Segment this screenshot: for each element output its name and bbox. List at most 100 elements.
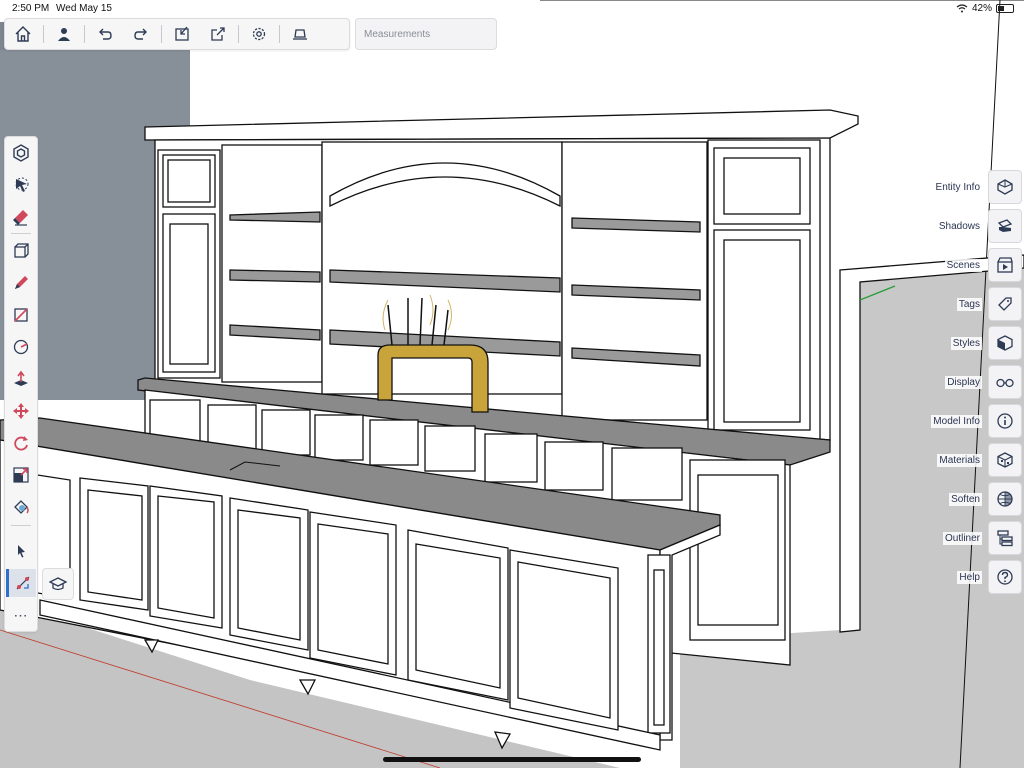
soften-button[interactable]: [988, 482, 1022, 516]
materials-tray-item[interactable]: Materials: [922, 443, 1022, 477]
paint-bucket-tool[interactable]: [6, 493, 36, 521]
pencil-tool[interactable]: [6, 269, 36, 297]
select-tool[interactable]: [6, 537, 36, 565]
shadows-label: Shadows: [936, 219, 982, 233]
outliner-button[interactable]: [988, 521, 1022, 555]
pencil-icon: [15, 276, 28, 289]
help-button[interactable]: [988, 560, 1022, 594]
laptop-icon: [293, 29, 307, 40]
shadows-icon: [997, 219, 1013, 232]
model-viewport[interactable]: [0, 0, 1024, 768]
profile-button[interactable]: [46, 19, 82, 49]
top-toolbar: [4, 18, 350, 50]
soften-icon: [997, 491, 1013, 507]
materials-icon: [997, 452, 1013, 468]
styles-icon: [997, 335, 1013, 351]
entity-info-icon: [997, 179, 1013, 195]
scale-tool[interactable]: [6, 461, 36, 489]
outliner-tray-item[interactable]: Outliner: [922, 521, 1022, 555]
eraser-icon: [13, 210, 28, 226]
display-button[interactable]: [988, 365, 1022, 399]
line-tool[interactable]: [6, 301, 36, 329]
shadows-tray-item[interactable]: Shadows: [922, 209, 1022, 243]
soften-tray-item[interactable]: Soften: [922, 482, 1022, 516]
help-tray-item[interactable]: Help: [922, 560, 1022, 594]
tags-label: Tags: [956, 297, 982, 311]
measurements-box[interactable]: [355, 18, 497, 50]
help-label: Help: [957, 570, 982, 584]
rotate-tool[interactable]: [6, 429, 36, 457]
outliner-icon: [997, 530, 1013, 547]
status-time: 2:50 PM: [12, 3, 50, 14]
select-arrow-icon: [18, 545, 25, 558]
scenes-label: Scenes: [944, 258, 982, 272]
paint-icon: [14, 500, 29, 514]
box-select-icon: [14, 243, 29, 258]
tool-assist-icon: [16, 576, 29, 590]
status-indicators: 42%: [956, 3, 1014, 14]
scenes-tray-item[interactable]: Scenes: [922, 248, 1022, 282]
styles-label: Styles: [950, 336, 982, 350]
scenes-button[interactable]: [988, 248, 1022, 282]
tags-button[interactable]: [988, 287, 1022, 321]
styles-tray-item[interactable]: Styles: [922, 326, 1022, 360]
tags-tray-item[interactable]: Tags: [922, 287, 1022, 321]
gear-icon: [252, 27, 266, 41]
scenes-icon: [997, 257, 1013, 273]
entity-info-tray-item[interactable]: Entity Info: [922, 170, 1022, 204]
more-tools-label: ⋯: [13, 606, 29, 623]
info-icon: [997, 413, 1013, 429]
lasso-icon: [15, 177, 29, 192]
lasso-tool[interactable]: [6, 171, 36, 199]
circle-tool[interactable]: [6, 333, 36, 361]
toolbar-divider: [279, 25, 280, 43]
home-indicator[interactable]: [383, 757, 641, 762]
export-icon: [211, 27, 225, 41]
display-tray-item[interactable]: Display: [922, 365, 1022, 399]
display-mode-button[interactable]: [282, 19, 318, 49]
materials-button[interactable]: [988, 443, 1022, 477]
tag-icon: [998, 297, 1012, 311]
rotate-icon: [14, 436, 28, 451]
import-button[interactable]: [164, 19, 200, 49]
soften-label: Soften: [949, 492, 982, 506]
status-date: Wed May 15: [56, 3, 112, 14]
status-bar: 2:50 PM Wed May 15 42%: [0, 0, 1024, 18]
learn-button[interactable]: [42, 568, 74, 600]
home-button[interactable]: [5, 19, 41, 49]
redo-button[interactable]: [123, 19, 159, 49]
more-tools-button[interactable]: ⋯: [6, 601, 36, 629]
styles-button[interactable]: [988, 326, 1022, 360]
export-button[interactable]: [200, 19, 236, 49]
toolbar-divider: [11, 233, 31, 234]
battery-icon: [996, 4, 1014, 13]
help-icon: [997, 569, 1013, 585]
toolbar-divider: [84, 25, 85, 43]
model-info-tray-item[interactable]: Model Info: [922, 404, 1022, 438]
push-pull-icon: [14, 370, 28, 386]
shadows-button[interactable]: [988, 209, 1022, 243]
toolbar-divider: [161, 25, 162, 43]
materials-label: Materials: [937, 453, 982, 467]
scale-icon: [13, 467, 29, 483]
box-select-tool[interactable]: [6, 237, 36, 265]
select-component-tool[interactable]: [6, 139, 36, 167]
toolbar-divider: [11, 525, 31, 526]
redo-icon: [134, 28, 147, 40]
graduation-cap-icon: [49, 577, 67, 591]
toolbar-divider: [43, 25, 44, 43]
model-info-button[interactable]: [988, 404, 1022, 438]
glasses-icon: [996, 378, 1014, 388]
measurements-input[interactable]: [364, 28, 494, 40]
push-pull-tool[interactable]: [6, 365, 36, 393]
entity-info-button[interactable]: [988, 170, 1022, 204]
tool-assist-toggle[interactable]: [6, 569, 36, 597]
battery-percent: 42%: [971, 3, 992, 14]
eraser-tool[interactable]: [6, 203, 36, 231]
settings-button[interactable]: [241, 19, 277, 49]
undo-icon: [99, 28, 112, 40]
undo-button[interactable]: [87, 19, 123, 49]
person-icon: [58, 28, 70, 41]
home-icon: [15, 26, 31, 42]
move-tool[interactable]: [6, 397, 36, 425]
